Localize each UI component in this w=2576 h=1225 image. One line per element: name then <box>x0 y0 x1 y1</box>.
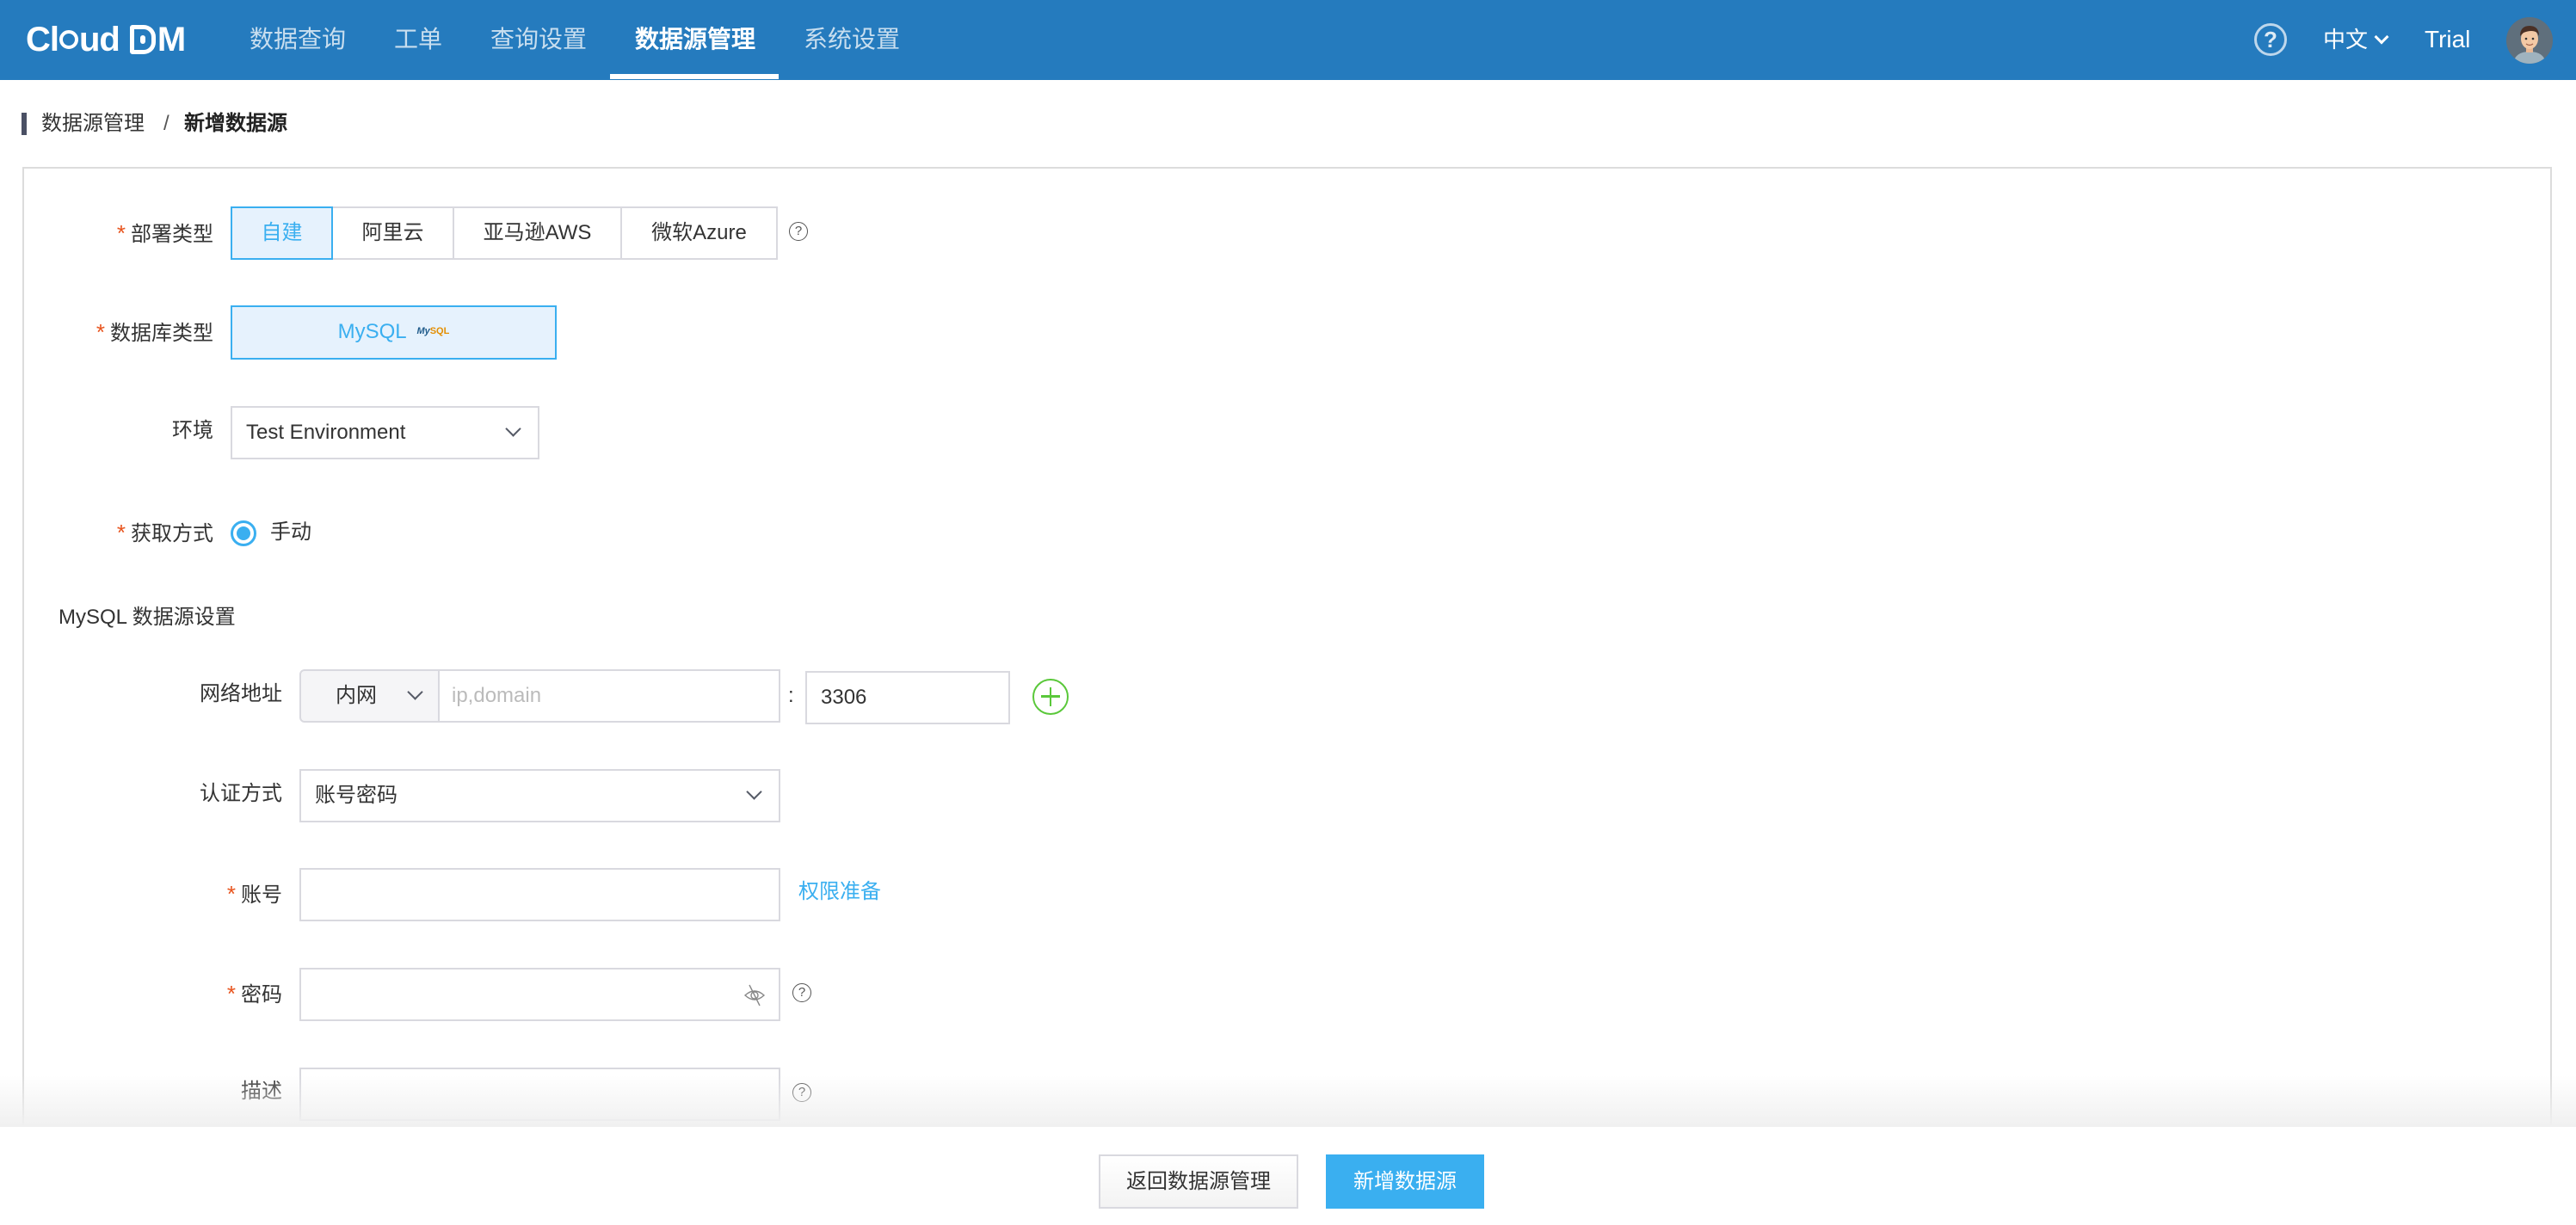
auth-method-label: 认证方式 <box>200 782 282 805</box>
mysql-logo-icon: MySQL <box>416 325 450 336</box>
chevron-down-icon <box>505 421 521 437</box>
back-to-datasource-button[interactable]: 返回数据源管理 <box>1099 1154 1298 1209</box>
breadcrumb-current: 新增数据源 <box>184 112 287 135</box>
db-type-label: * 数据库类型 <box>52 305 213 360</box>
password-input-field[interactable] <box>315 970 720 1019</box>
nav-data-query[interactable]: 数据查询 <box>250 21 346 58</box>
password-input[interactable] <box>299 968 780 1021</box>
logo-text-m: M <box>157 20 186 58</box>
required-mark: * <box>116 220 126 246</box>
deploy-type-label-text: 部署类型 <box>131 223 213 246</box>
eye-off-icon[interactable] <box>743 983 767 1007</box>
logo-text-cloud: Cl ud <box>26 20 120 58</box>
network-address-label: 网络地址 <box>200 682 282 705</box>
account-input-field[interactable] <box>315 870 765 920</box>
required-mark: * <box>116 520 126 545</box>
chevron-down-icon <box>746 784 762 800</box>
help-icon[interactable]: ? <box>2254 23 2287 56</box>
environment-label: 环境 <box>172 419 213 442</box>
acquire-method-label-text: 获取方式 <box>131 522 213 545</box>
deploy-option-aws[interactable]: 亚马逊AWS <box>453 206 622 260</box>
footer-shadow <box>0 1075 2576 1127</box>
logo-lock-icon <box>129 25 156 54</box>
db-type-name: MySQL <box>337 320 406 343</box>
environment-value: Test Environment <box>246 421 406 444</box>
acquire-method-manual-radio[interactable] <box>231 520 256 546</box>
language-switcher[interactable]: 中文 <box>2323 22 2389 57</box>
auth-method-value: 账号密码 <box>315 784 397 807</box>
deploy-type-label: * 部署类型 <box>86 206 213 262</box>
port-input[interactable] <box>805 671 1010 724</box>
db-type-mysql-option[interactable]: MySQL MySQL <box>231 305 557 360</box>
nav-tickets[interactable]: 工单 <box>394 21 442 58</box>
nav-system-settings[interactable]: 系统设置 <box>804 21 900 58</box>
password-label: * 密码 <box>155 967 282 1022</box>
add-address-plus-icon[interactable] <box>1032 679 1069 715</box>
question-circle-icon[interactable]: ? <box>789 222 808 241</box>
required-mark: * <box>226 881 236 907</box>
avatar-face-icon <box>2506 17 2553 64</box>
acquire-method-manual-label[interactable]: 手动 <box>270 506 311 559</box>
top-navbar: Cl ud M 数据查询 工单 查询设置 数据源管理 系统设置 ? 中文 Tria… <box>0 0 2576 80</box>
port-input-field[interactable] <box>821 673 995 723</box>
permission-prep-link[interactable]: 权限准备 <box>798 865 881 919</box>
required-mark: * <box>226 981 236 1006</box>
language-label: 中文 <box>2323 27 2369 52</box>
network-type-value: 内网 <box>336 684 377 707</box>
db-type-label-text: 数据库类型 <box>110 322 213 345</box>
account-label: * 账号 <box>155 867 282 922</box>
avatar[interactable] <box>2506 17 2553 64</box>
account-input[interactable] <box>299 868 780 921</box>
chevron-down-icon <box>2374 29 2389 45</box>
breadcrumb-separator: / <box>163 112 169 135</box>
host-port-separator: : <box>788 684 794 707</box>
active-nav-indicator <box>610 74 779 79</box>
question-circle-icon[interactable]: ? <box>792 983 811 1002</box>
chevron-down-icon <box>407 684 423 700</box>
mysql-settings-section-title: MySQL 数据源设置 <box>59 606 236 629</box>
logo[interactable]: Cl ud M <box>26 17 186 62</box>
host-input[interactable] <box>438 669 780 723</box>
nav-query-settings[interactable]: 查询设置 <box>490 21 587 58</box>
network-type-select[interactable]: 内网 <box>299 669 440 723</box>
user-name[interactable]: Trial <box>2425 21 2470 58</box>
add-datasource-button[interactable]: 新增数据源 <box>1326 1154 1484 1209</box>
host-input-field[interactable] <box>452 671 767 721</box>
environment-select[interactable]: Test Environment <box>231 406 539 459</box>
acquire-method-label: * 获取方式 <box>86 506 213 561</box>
password-label-text: 密码 <box>241 983 282 1006</box>
breadcrumb-parent[interactable]: 数据源管理 <box>41 110 145 138</box>
deploy-option-aliyun[interactable]: 阿里云 <box>331 206 454 260</box>
required-mark: * <box>96 319 105 345</box>
nav-datasource-management[interactable]: 数据源管理 <box>635 21 755 58</box>
account-label-text: 账号 <box>241 883 282 907</box>
deploy-option-azure[interactable]: 微软Azure <box>620 206 778 260</box>
breadcrumb-marker <box>22 113 27 135</box>
deploy-option-self-built[interactable]: 自建 <box>231 206 333 260</box>
auth-method-select[interactable]: 账号密码 <box>299 769 780 822</box>
